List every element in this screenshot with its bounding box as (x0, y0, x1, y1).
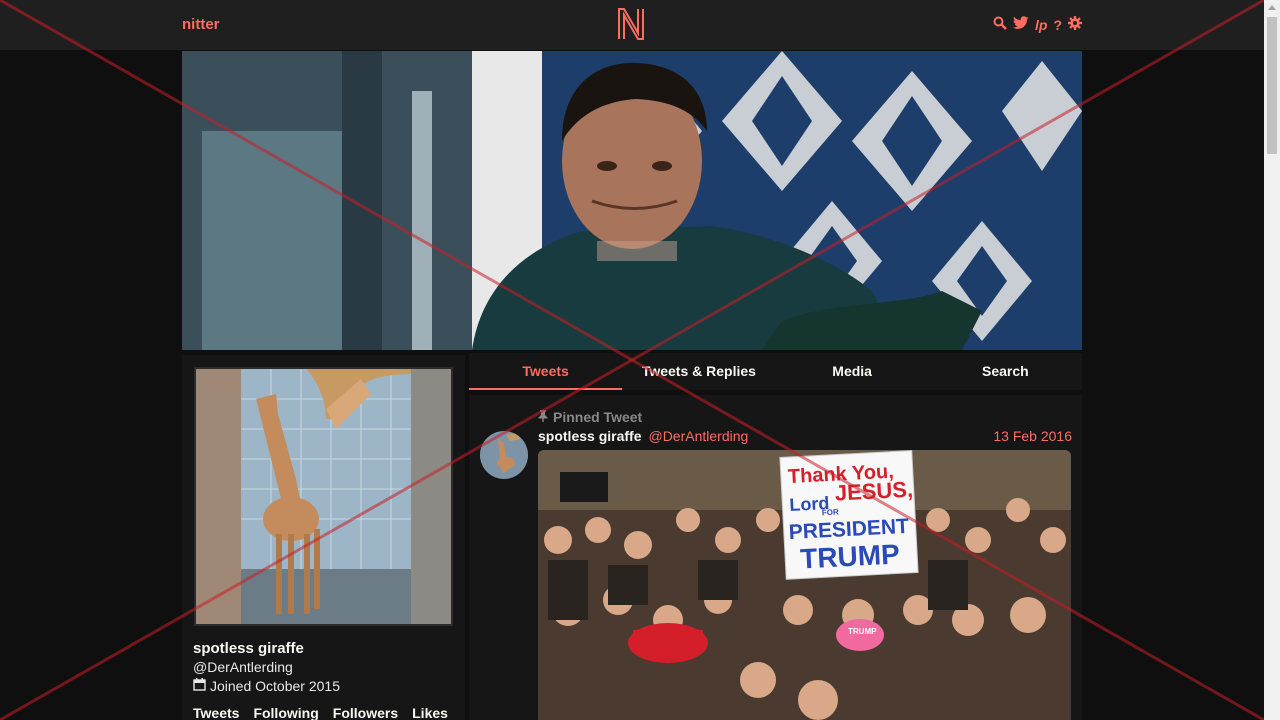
sign-line-4: FOR (822, 507, 840, 517)
tab-tweets[interactable]: Tweets (469, 353, 623, 390)
nitter-logo-icon[interactable] (616, 7, 646, 41)
profile-stats: Tweets Following Followers Likes (193, 705, 448, 720)
tab-media[interactable]: Media (776, 353, 929, 390)
profile-joined-date: Joined October 2015 (193, 678, 340, 694)
profile-avatar[interactable] (194, 367, 453, 626)
tweet-author-name[interactable]: spotless giraffe (538, 428, 641, 444)
sign-line-6: TRUMP (799, 538, 900, 574)
scroll-up-arrow-icon[interactable] (1268, 5, 1276, 10)
lp-icon[interactable]: lp (1035, 17, 1047, 33)
profile-name[interactable]: spotless giraffe (193, 640, 304, 657)
pinned-indicator: Pinned Tweet (538, 409, 642, 425)
stat-following[interactable]: Following (253, 705, 318, 720)
tweet-header: spotless giraffe @DerAntlerding 13 Feb 2… (538, 428, 1072, 444)
pinned-label: Pinned Tweet (553, 409, 643, 425)
stat-tweets[interactable]: Tweets (193, 705, 239, 720)
nav-icon-group: lp ? (993, 16, 1082, 33)
tweet-avatar[interactable] (480, 431, 528, 479)
profile-banner[interactable] (182, 51, 1082, 350)
scrollbar-thumb[interactable] (1267, 17, 1277, 154)
nitter-home-link[interactable]: nitter (182, 16, 220, 33)
navbar: nitter lp ? (0, 0, 1264, 50)
timeline-tabs: Tweets Tweets & Replies Media Search (469, 353, 1082, 390)
tab-tweets-replies[interactable]: Tweets & Replies (622, 353, 775, 390)
help-icon[interactable]: ? (1053, 17, 1062, 33)
stat-likes[interactable]: Likes (412, 705, 448, 720)
pin-icon (538, 409, 548, 425)
search-icon[interactable] (993, 16, 1007, 33)
timeline: Pinned Tweet spotless giraffe @DerAntler… (469, 395, 1082, 720)
hat-text: TRUMP (848, 627, 877, 636)
stat-followers[interactable]: Followers (333, 705, 398, 720)
calendar-icon (193, 678, 206, 694)
profile-card: spotless giraffe @DerAntlerding Joined O… (182, 355, 465, 720)
profile-joined-text: Joined October 2015 (210, 678, 340, 694)
sign-line-3: JESUS, (834, 477, 913, 506)
tweet-author-handle[interactable]: @DerAntlerding (648, 428, 748, 444)
tweet-image[interactable]: TRUMP Thank You, Lord JESUS, FOR PRESIDE… (538, 450, 1071, 720)
tab-search[interactable]: Search (929, 353, 1082, 390)
page-scrollbar[interactable] (1264, 0, 1280, 720)
profile-handle[interactable]: @DerAntlerding (193, 659, 293, 675)
gear-icon[interactable] (1068, 16, 1082, 33)
tweet-date[interactable]: 13 Feb 2016 (993, 428, 1072, 444)
twitter-icon[interactable] (1012, 16, 1029, 33)
